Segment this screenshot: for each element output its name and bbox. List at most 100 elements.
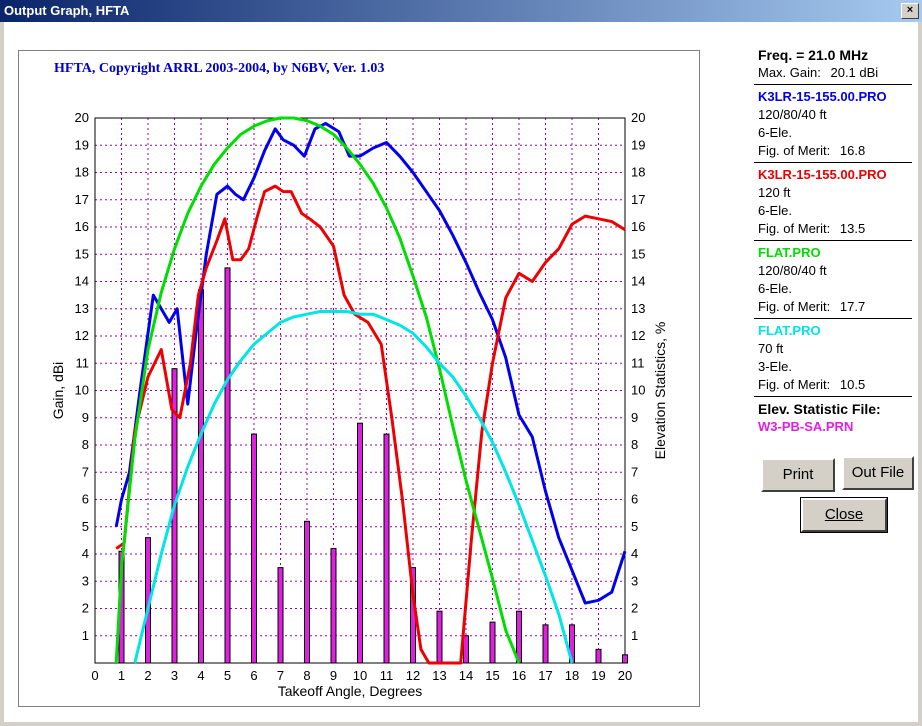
antenna-2: K3LR-15-155.00.PRO 120 ft 6-Ele. Fig. of… (758, 166, 918, 238)
y-tick-label: 9 (82, 410, 89, 425)
y-tick-label: 15 (75, 246, 89, 261)
y2-tick-label: 3 (631, 573, 638, 588)
antenna-3-height: 120/80/40 ft (758, 263, 827, 278)
y2-tick-label: 10 (631, 383, 645, 398)
x-tick-label: 13 (432, 668, 446, 683)
y-tick-label: 4 (82, 546, 89, 561)
print-label: Print (782, 466, 814, 483)
elev-stat-bar (224, 267, 231, 664)
client-area: 0 1 2 3 4 5 6 7 8 9 10 11 12 13 14 15 16 17 18 19 20 1 1 2 2 3 3 4 4… (4, 22, 918, 722)
close-button[interactable]: Close (800, 497, 888, 533)
antenna-3-merit: Fig. of Merit: 17.7 (758, 298, 918, 316)
elev-stat-bar (198, 289, 204, 664)
y2-tick-label: 11 (631, 355, 645, 370)
x-tick-label: 11 (380, 668, 394, 683)
x-tick-label: 0 (91, 668, 98, 683)
elev-stat-bar (542, 624, 549, 664)
y2-tick-label: 20 (631, 110, 645, 125)
x-tick-label: 1 (118, 668, 125, 683)
close-window-button[interactable]: × (901, 3, 919, 19)
y2-tick-label: 9 (631, 410, 638, 425)
y2-tick-label: 1 (631, 628, 638, 643)
merit-label: Fig. of Merit: (758, 299, 831, 314)
close-label: Close (824, 506, 864, 523)
antenna-1: K3LR-15-155.00.PRO 120/80/40 ft 6-Ele. F… (758, 88, 918, 160)
x-tick-label: 6 (250, 668, 257, 683)
antenna-3-elements: 6-Ele. (758, 281, 792, 296)
elev-stat-bar (489, 621, 496, 664)
y-tick-label: 3 (82, 573, 89, 588)
merit-label: Fig. of Merit: (758, 221, 831, 236)
antenna-1-name: K3LR-15-155.00.PRO (758, 89, 887, 104)
x-tick-label: 15 (485, 668, 499, 683)
y-tick-label: 11 (76, 355, 90, 370)
y-tick-label: 17 (75, 192, 89, 207)
graph-panel: 0 1 2 3 4 5 6 7 8 9 10 11 12 13 14 15 16 17 18 19 20 1 1 2 2 3 3 4 4… (18, 50, 700, 707)
elev-stat-bar (622, 654, 628, 664)
window-title: Output Graph, HFTA (4, 3, 130, 18)
merit-value: 13.5 (839, 221, 866, 236)
x-tick-label: 19 (591, 668, 605, 683)
y-tick-label: 7 (82, 464, 89, 479)
y2-tick-label: 15 (631, 246, 645, 261)
merit-value: 16.8 (839, 143, 866, 158)
x-tick-label: 8 (303, 668, 310, 683)
x-tick-label: 7 (277, 668, 284, 683)
y-tick-label: 5 (82, 519, 89, 534)
y-tick-label: 19 (75, 137, 89, 152)
antenna-3-name: FLAT.PRO (758, 245, 821, 260)
antenna-3: FLAT.PRO 120/80/40 ft 6-Ele. Fig. of Mer… (758, 244, 918, 316)
y2-tick-label: 14 (631, 274, 645, 289)
elev-stat-bar (436, 610, 443, 664)
y2-tick-label: 12 (631, 328, 645, 343)
x-tick-label: 17 (538, 668, 552, 683)
y-tick-label: 18 (75, 165, 89, 180)
max-gain-row: Max. Gain: 20.1 dBi (758, 64, 918, 82)
antenna-2-height: 120 ft (758, 185, 791, 200)
y2-tick-label: 7 (631, 464, 638, 479)
max-gain-value: 20.1 dBi (830, 65, 879, 80)
y2-tick-label: 17 (631, 192, 645, 207)
antenna-1-merit: Fig. of Merit: 16.8 (758, 142, 918, 160)
y-axis-label: Gain, dBi (50, 362, 66, 420)
elev-stat-bar (383, 433, 390, 664)
x-tick-label: 10 (353, 668, 367, 683)
x-tick-label: 16 (512, 668, 526, 683)
x-tick-label: 20 (618, 668, 632, 683)
y-tick-label: 6 (82, 492, 89, 507)
antenna-4-height: 70 ft (758, 341, 784, 356)
y-tick-label: 16 (75, 219, 89, 234)
freq-label: Freq. = 21.0 MHz (758, 47, 869, 63)
y-tick-label: 8 (82, 437, 89, 452)
elev-stat-bar (357, 422, 363, 664)
x-axis-label: Takeoff Angle, Degrees (278, 683, 423, 699)
copyright-text: HFTA, Copyright ARRL 2003-2004, by N6BV,… (54, 61, 385, 76)
merit-value: 10.5 (839, 377, 866, 392)
out-file-button[interactable]: Out File (842, 456, 914, 490)
antenna-4-name: FLAT.PRO (758, 323, 821, 338)
merit-value: 17.7 (839, 299, 866, 314)
elev-stat-bar (304, 520, 310, 664)
y-tick-label: 13 (75, 301, 89, 316)
merit-label: Fig. of Merit: (758, 377, 831, 392)
y2-tick-label: 2 (631, 601, 638, 616)
elev-stat-bar (463, 635, 469, 664)
y-tick-label: 1 (82, 628, 89, 643)
x-tick-label: 3 (171, 668, 178, 683)
y2-tick-label: 4 (631, 546, 638, 561)
y-tick-label: 14 (75, 274, 89, 289)
x-tick-label: 9 (330, 668, 337, 683)
x-tick-label: 12 (406, 668, 420, 683)
x-tick-label: 18 (565, 668, 579, 683)
elev-stat-bar (330, 548, 337, 664)
elev-stat-file: W3-PB-SA.PRN (758, 419, 854, 434)
merit-label: Fig. of Merit: (758, 143, 831, 158)
antenna-2-name: K3LR-15-155.00.PRO (758, 167, 887, 182)
y2-tick-label: 19 (631, 137, 645, 152)
info-panel: Freq. = 21.0 MHz Max. Gain: 20.1 dBi K3L… (754, 46, 918, 436)
x-tick-label: 2 (144, 668, 151, 683)
y2-tick-label: 16 (631, 219, 645, 234)
antenna-4-elements: 3-Ele. (758, 359, 792, 374)
antenna-2-elements: 6-Ele. (758, 203, 792, 218)
print-button[interactable]: Print (761, 458, 835, 492)
